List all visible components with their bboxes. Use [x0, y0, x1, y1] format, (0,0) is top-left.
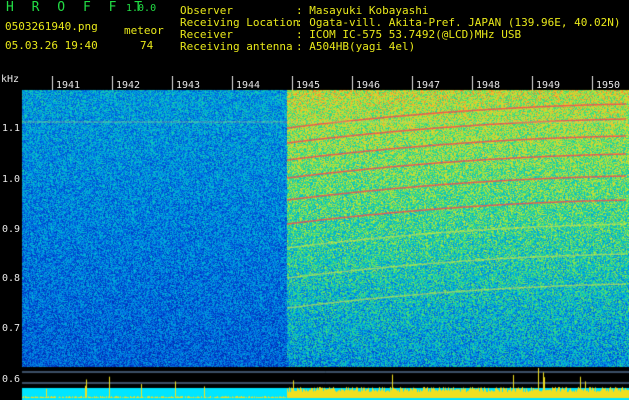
file-datetime: 05.03.26 19:40	[5, 39, 98, 52]
minute-tick: 1943	[176, 80, 201, 91]
file-name: 0503261940.png	[5, 20, 98, 33]
freq-tick: 0.8	[2, 273, 21, 284]
waterfall-spectrogram	[0, 76, 629, 400]
hrofft-window: { "app": { "logo": "H R O F F T", "versi…	[0, 0, 629, 400]
minute-tick: 1947	[416, 80, 441, 91]
antenna-label: Receiving antenna	[180, 40, 293, 53]
freq-tick: 0.7	[2, 323, 21, 334]
minute-tick: 1946	[356, 80, 381, 91]
antenna-value: : A504HB(yagi 4el)	[296, 40, 416, 53]
minute-tick: 1945	[296, 80, 321, 91]
minute-tick: 1948	[476, 80, 501, 91]
freq-tick: 1.1	[2, 123, 21, 134]
freq-tick: 0.9	[2, 224, 21, 235]
minute-tick: 1949	[536, 80, 561, 91]
minute-tick: 1950	[596, 80, 621, 91]
meteor-label: meteor	[124, 24, 164, 37]
axis-unit: kHz	[1, 74, 20, 85]
freq-tick: 1.0	[2, 174, 21, 185]
freq-tick: 0.6	[2, 374, 21, 385]
app-version: 1.0.0	[126, 3, 157, 14]
minute-tick: 1941	[56, 80, 81, 91]
meteor-count: 74	[140, 39, 154, 52]
minute-tick: 1944	[236, 80, 261, 91]
minute-tick: 1942	[116, 80, 141, 91]
